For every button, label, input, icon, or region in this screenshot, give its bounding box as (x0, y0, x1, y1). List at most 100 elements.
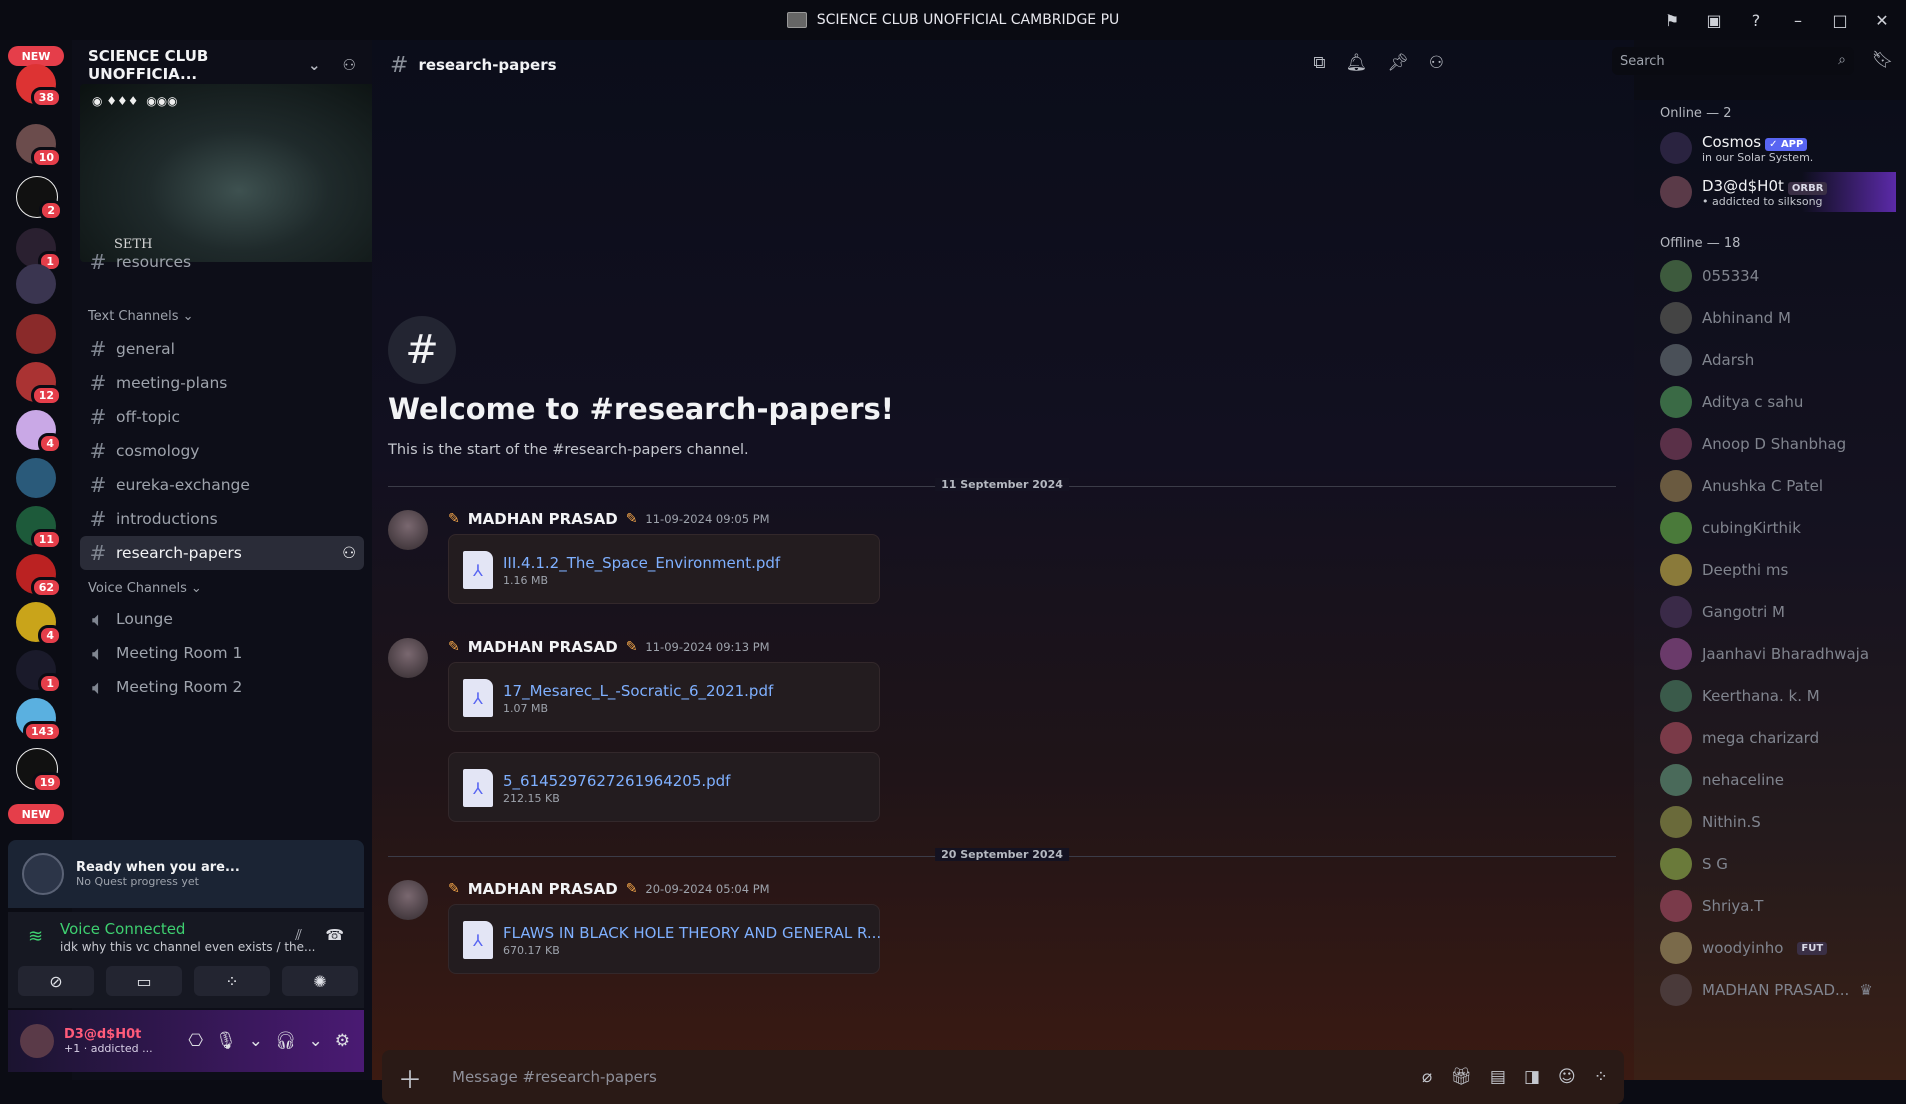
server-11[interactable]: 62 (16, 554, 62, 598)
member-item[interactable]: Anoop D Shanbhag (1660, 426, 1896, 462)
gamepad-icon[interactable]: ⎔ (188, 1031, 203, 1051)
author-name[interactable]: MADHAN PRASAD (468, 510, 618, 528)
member-item[interactable]: 055334 (1660, 258, 1896, 294)
author-name[interactable]: MADHAN PRASAD (468, 880, 618, 898)
member-item[interactable]: S G (1660, 846, 1896, 882)
gear-icon[interactable]: ⚙ (335, 1031, 350, 1051)
member-item[interactable]: Anushka C Patel (1660, 468, 1896, 504)
member-item[interactable]: Shriya.T (1660, 888, 1896, 924)
search-input[interactable]: Search ⌕ (1612, 47, 1854, 75)
add-member-icon[interactable]: ⚇ (343, 56, 356, 74)
server-5[interactable] (16, 264, 56, 304)
voice-status[interactable]: Voice Connected (60, 920, 185, 938)
chevron-down-icon[interactable]: ⌄ (309, 1031, 323, 1051)
apps-icon[interactable]: ⁘ (1594, 1067, 1608, 1087)
avatar[interactable] (388, 638, 428, 678)
minimize-icon[interactable]: – (1786, 8, 1810, 32)
file-link[interactable]: 5_6145297627261964205.pdf (503, 772, 730, 790)
server-header[interactable]: SCIENCE CLUB UNOFFICIA... ⌄ ⚇ (72, 40, 372, 90)
noise-suppression-icon[interactable]: ⫽ (295, 926, 302, 944)
channel-eureka-exchange[interactable]: # eureka-exchange (80, 468, 364, 502)
flag-icon[interactable]: ⚑ (1660, 8, 1684, 32)
pin-icon[interactable]: 📌︎ (1387, 53, 1409, 73)
channel-cosmology[interactable]: # cosmology (80, 434, 364, 468)
inbox-icon[interactable]: ▣ (1702, 8, 1726, 32)
server-10[interactable]: 11 (16, 506, 62, 550)
maximize-icon[interactable]: □ (1828, 8, 1852, 32)
add-member-icon[interactable]: ⚇ (342, 544, 356, 562)
member-item[interactable]: Adarsh (1660, 342, 1896, 378)
member-item[interactable]: Deepthi ms (1660, 552, 1896, 588)
channel-off-topic[interactable]: # off-topic (80, 400, 364, 434)
bell-icon[interactable]: 🔔︎ (1346, 53, 1368, 73)
new-pill-top[interactable]: NEW (8, 46, 64, 66)
bookmark-icon[interactable]: 🔖︎ (1872, 50, 1894, 70)
voice-channel-lounge[interactable]: 🔈︎ Lounge (80, 602, 364, 636)
server-fnaf[interactable] (16, 314, 56, 354)
member-item[interactable]: nehaceline (1660, 762, 1896, 798)
server-mob[interactable]: 1 (16, 228, 62, 272)
member-item[interactable]: Gangotri M (1660, 594, 1896, 630)
channel-general[interactable]: # general (80, 332, 364, 366)
microphone-icon[interactable]: 🎙︎ (215, 1031, 237, 1051)
soundboard-button[interactable]: ✺ (282, 966, 358, 996)
chevron-down-icon[interactable]: ⌄ (249, 1031, 263, 1051)
members-icon[interactable]: ⚇ (1429, 53, 1444, 73)
avatar[interactable] (388, 880, 428, 920)
server-star[interactable]: 1 (16, 650, 62, 694)
member-deadshot[interactable]: D3@d$H0t ORBR • addicted to silksong (1660, 172, 1896, 212)
quest-panel[interactable]: Ready when you are... No Quest progress … (8, 840, 364, 908)
server-9[interactable] (16, 458, 56, 498)
headphones-icon[interactable]: 🎧︎ (275, 1031, 297, 1051)
file-link[interactable]: 17_Mesarec_L_-Socratic_6_2021.pdf (503, 682, 773, 700)
avatar[interactable] (20, 1024, 54, 1058)
channel-meeting-plans[interactable]: # meeting-plans (80, 366, 364, 400)
member-item[interactable]: MADHAN PRASAD... ♛ (1660, 972, 1896, 1008)
member-item[interactable]: woodyinho FUT (1660, 930, 1896, 966)
member-item[interactable]: mega charizard (1660, 720, 1896, 756)
avatar[interactable] (388, 510, 428, 550)
member-item[interactable]: Aditya c sahu (1660, 384, 1896, 420)
voice-channel-meeting-room-2[interactable]: 🔈︎ Meeting Room 2 (80, 670, 364, 704)
threads-icon[interactable]: ⧉ (1313, 53, 1325, 73)
screen-share-button[interactable]: ▭ (106, 966, 182, 996)
author-name[interactable]: MADHAN PRASAD (468, 638, 618, 656)
gif-icon[interactable]: ▤ (1490, 1067, 1506, 1087)
channel-research-papers[interactable]: # research-papers ⚇ (80, 536, 364, 570)
member-item[interactable]: Nithin.S (1660, 804, 1896, 840)
server-2[interactable]: 10 (16, 124, 62, 168)
sticker-icon[interactable]: ◨ (1524, 1067, 1540, 1087)
member-item[interactable]: Keerthana. k. M (1660, 678, 1896, 714)
file-link[interactable]: III.4.1.2_The_Space_Environment.pdf (503, 554, 780, 572)
close-icon[interactable]: ✕ (1870, 8, 1894, 32)
channel-resources[interactable]: # resources (80, 250, 364, 274)
member-item[interactable]: cubingKirthik (1660, 510, 1896, 546)
mic-off-icon[interactable]: ⌀ (1422, 1067, 1432, 1087)
server-vault[interactable]: 4 (16, 602, 62, 646)
member-cosmos[interactable]: Cosmos ✓ APP in our Solar System. (1660, 128, 1896, 168)
emoji-icon[interactable]: ☺ (1558, 1067, 1576, 1087)
pdf-icon: ⅄ (463, 769, 493, 807)
message-input[interactable]: Message #research-papers (452, 1068, 657, 1086)
file-link[interactable]: FLAWS IN BLACK HOLE THEORY AND GENERAL R… (503, 924, 881, 942)
member-item[interactable]: Abhinand M (1660, 300, 1896, 336)
category-text-channels[interactable]: Text Channels ⌄ (80, 304, 364, 328)
help-icon[interactable]: ? (1744, 8, 1768, 32)
disconnect-icon[interactable]: ☎ (325, 926, 344, 944)
activities-button[interactable]: ⁘ (194, 966, 270, 996)
server-3[interactable]: 2 (16, 176, 63, 221)
gift-icon[interactable]: 🎁︎ (1450, 1067, 1472, 1087)
category-voice-channels[interactable]: Voice Channels ⌄ (80, 576, 364, 600)
server-p[interactable]: 19 (16, 748, 63, 793)
server-santa[interactable]: 38 (16, 64, 62, 108)
member-item[interactable]: Jaanhavi Bharadhwaja (1660, 636, 1896, 672)
username[interactable]: D3@d$H0t (64, 1027, 153, 1042)
attach-plus-icon[interactable]: ＋ (398, 1060, 422, 1095)
channel-introductions[interactable]: # introductions (80, 502, 364, 536)
voice-channel-meeting-room-1[interactable]: 🔈︎ Meeting Room 1 (80, 636, 364, 670)
server-8[interactable]: 4 (16, 410, 62, 454)
server-eyes[interactable]: 143 (16, 698, 62, 742)
camera-off-button[interactable]: ⊘ (18, 966, 94, 996)
server-7[interactable]: 12 (16, 362, 62, 406)
new-pill-bottom[interactable]: NEW (8, 804, 64, 824)
